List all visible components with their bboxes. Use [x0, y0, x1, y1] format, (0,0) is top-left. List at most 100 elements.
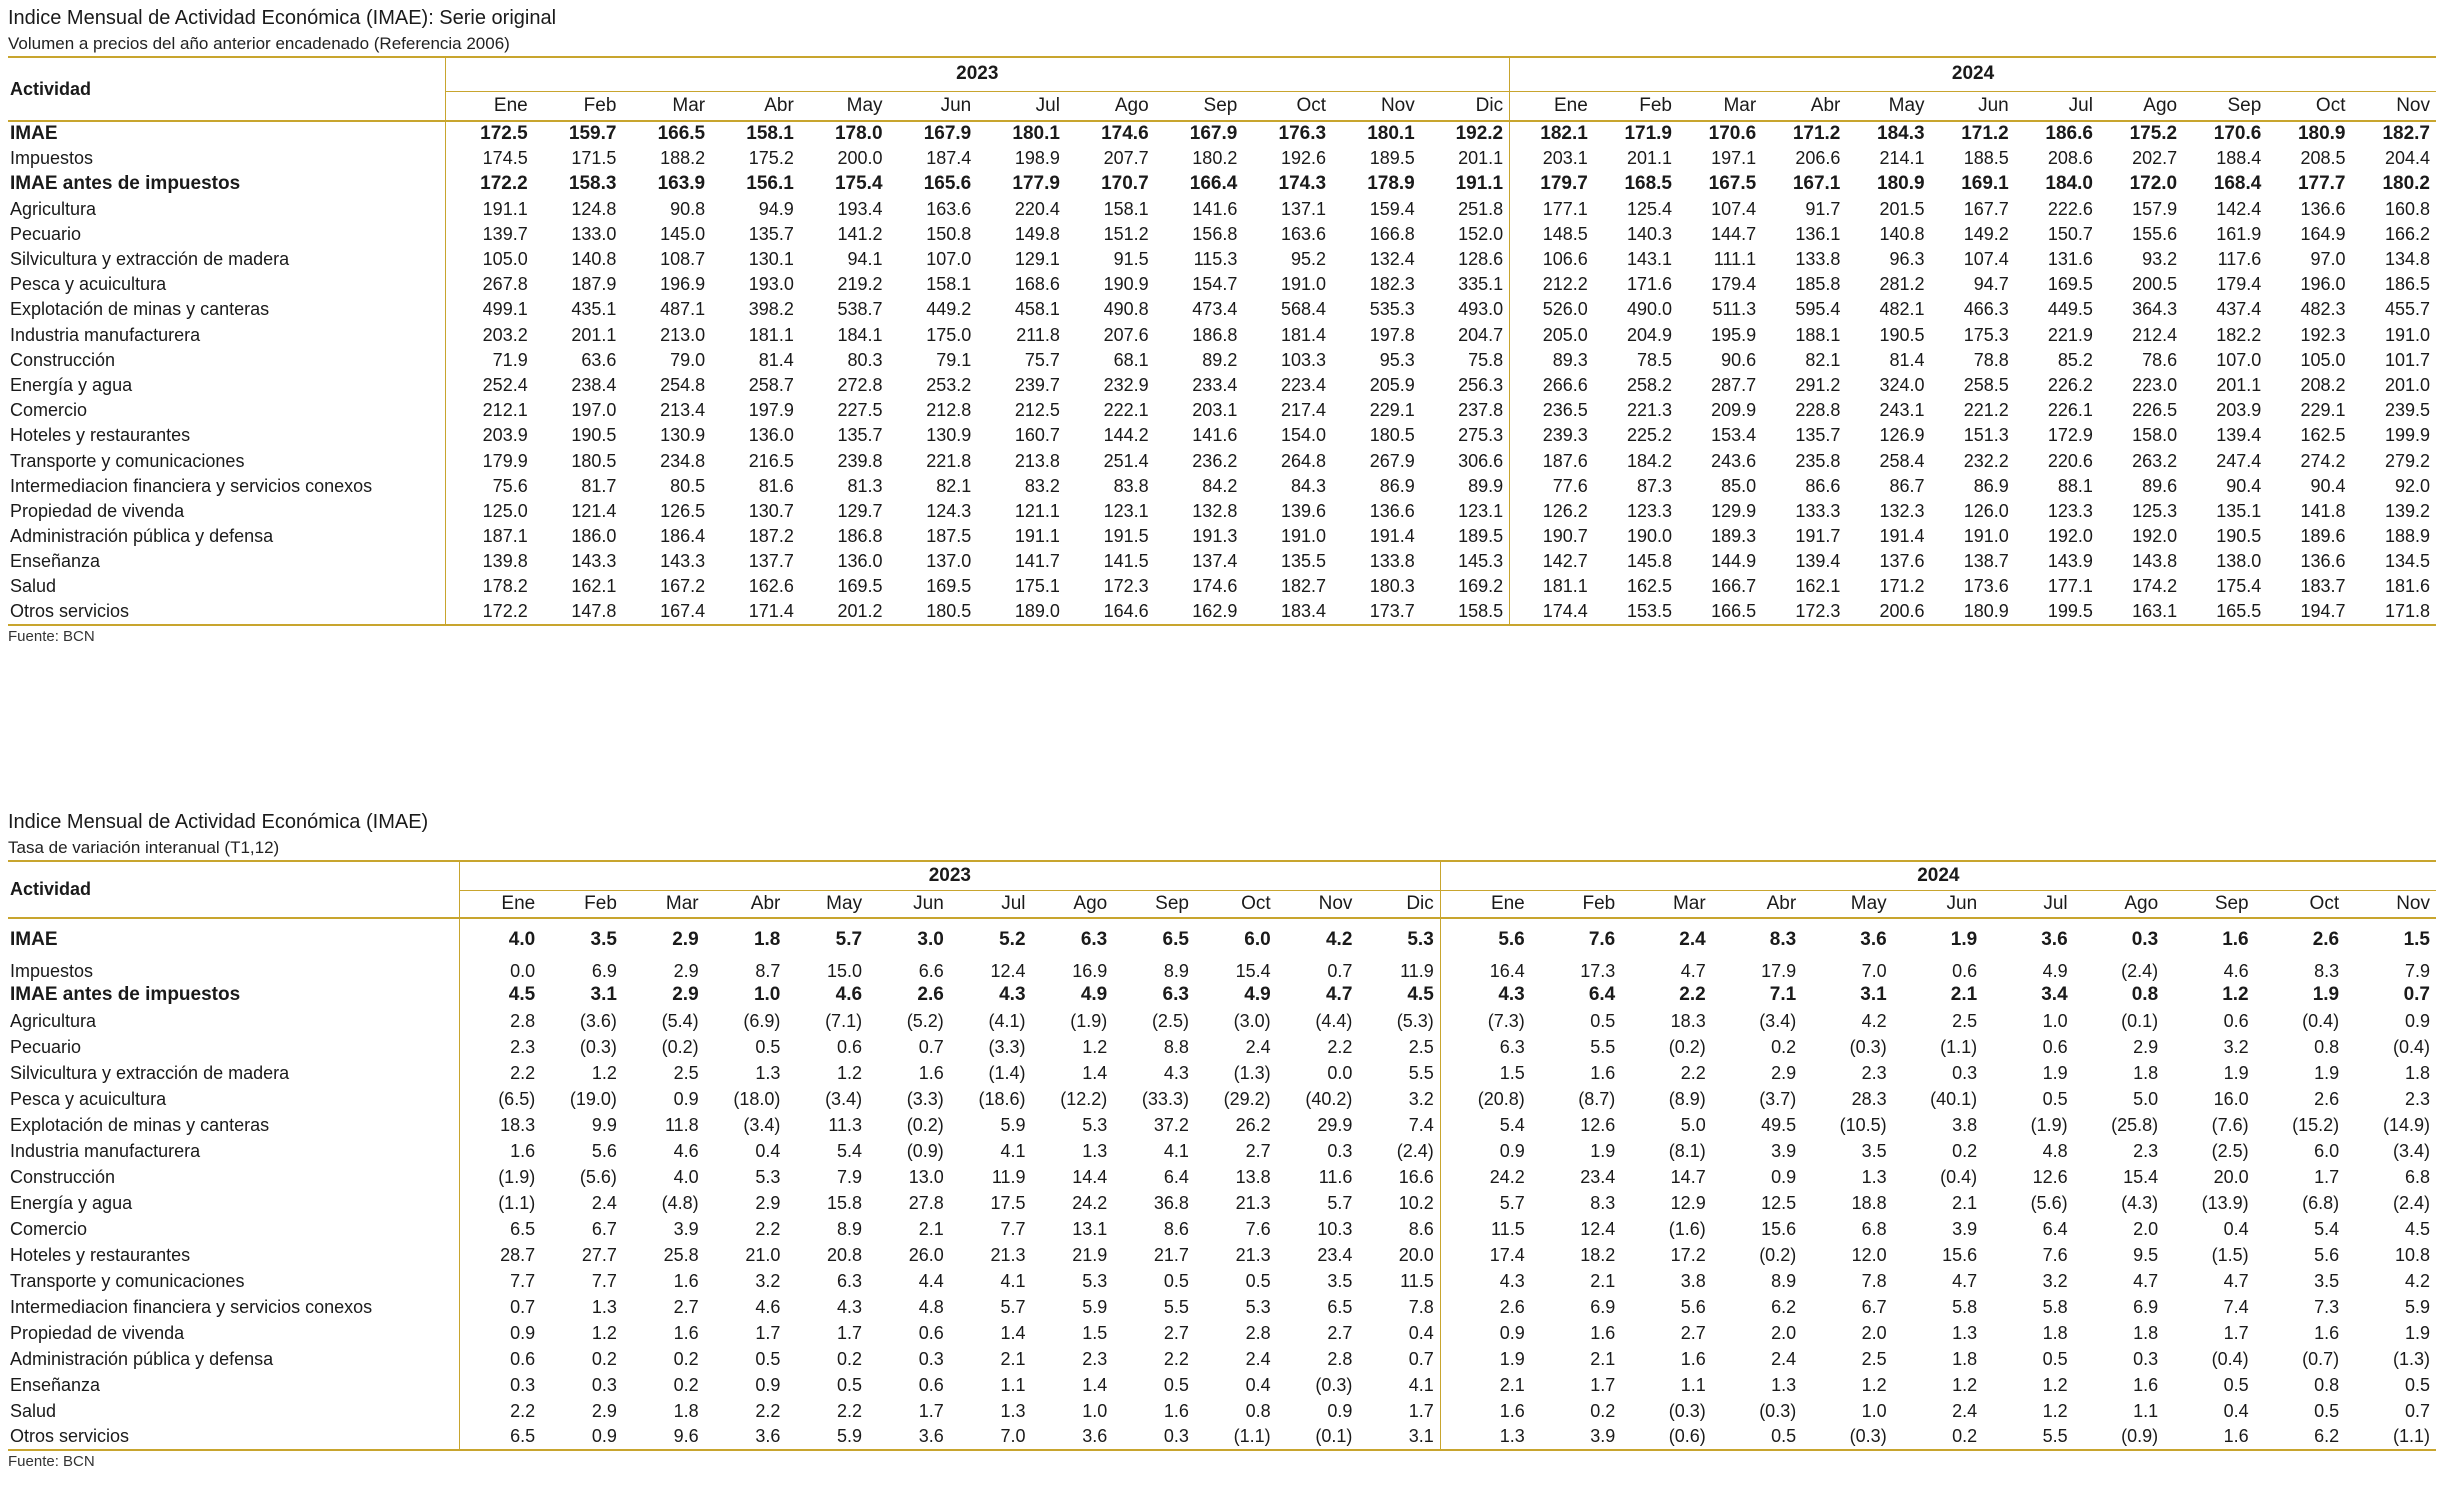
value-cell: 2.9	[2133, 1036, 2159, 1057]
value-cell: 3.5	[590, 929, 617, 950]
value-cell: 136.6	[1369, 500, 1415, 521]
month-header: Ago	[2098, 91, 2184, 122]
value-cell: 83.2	[1024, 475, 1060, 496]
value-cell: 568.4	[1281, 299, 1327, 320]
value-cell: 7.4	[1408, 1114, 1434, 1135]
table-row: Construcción (1.9) (5.6) 4.0 5.3 7.9 13.0 11.9 1…	[8, 1164, 2436, 1190]
value-cell: 182.2	[2216, 324, 2262, 345]
value-cell: 20.0	[2213, 1166, 2249, 1187]
table-row: Otros servicios 172.2 147.8 167.4 171.4 201.2…	[8, 599, 2436, 625]
value-cell: 151.3	[1963, 425, 2009, 446]
value-cell: 20.0	[1398, 1244, 1434, 1265]
value-cell: 16.4	[1439, 951, 1531, 982]
month-header: Ene	[444, 91, 534, 122]
value-cell: 3.1	[1408, 1426, 1434, 1446]
value-cell: 1.6	[673, 1270, 699, 1291]
value-cell: 134.5	[2384, 551, 2430, 572]
value-cell: 3.4	[2041, 984, 2068, 1005]
value-cell: 175.2	[748, 148, 794, 169]
value-cell: (20.8)	[1439, 1086, 1531, 1112]
value-cell: 6.5	[1162, 929, 1189, 950]
value-cell: (0.6)	[1668, 1426, 1706, 1446]
value-cell: 79.0	[670, 349, 706, 370]
value-cell: 133.3	[1795, 500, 1841, 521]
value-cell: 234.8	[660, 450, 706, 471]
value-cell: 2.7	[1327, 1322, 1353, 1343]
value-cell: 0.8	[1245, 1400, 1271, 1421]
value-cell: 287.7	[1711, 374, 1757, 395]
value-cell: 1.6	[1590, 1062, 1616, 1083]
value-cell: 164.9	[2300, 223, 2346, 244]
year-header-2024: 2024	[1509, 57, 2436, 92]
value-cell: 158.1	[1103, 198, 1149, 219]
table2-title: Indice Mensual de Actividad Económica (I…	[8, 811, 429, 833]
value-cell: 49.5	[1761, 1114, 1797, 1135]
value-cell: 166.2	[2384, 223, 2430, 244]
value-cell: 194.7	[2300, 601, 2346, 622]
value-cell: 93.2	[2142, 249, 2178, 270]
value-cell: 186.6	[2045, 123, 2093, 145]
value-cell: 275.3	[1458, 425, 1504, 446]
value-cell: 63.6	[581, 349, 617, 370]
value-cell: 0.3	[2131, 929, 2159, 950]
value-cell: 191.4	[1369, 526, 1415, 547]
value-cell: 181.1	[748, 324, 794, 345]
value-cell: 17.2	[1670, 1244, 1706, 1265]
value-cell: 225.2	[1626, 425, 1672, 446]
value-cell: 1.1	[1000, 1374, 1026, 1395]
value-cell: 201.1	[2216, 374, 2262, 395]
value-cell: 1.9	[2314, 1062, 2340, 1083]
value-cell: 190.7	[1509, 524, 1594, 550]
value-cell: 0.9	[2404, 1010, 2430, 1031]
value-cell: 205.9	[1369, 374, 1415, 395]
row-label: Propiedad de vivenda	[10, 1322, 185, 1343]
value-cell: 134.8	[2384, 249, 2430, 270]
value-cell: 175.4	[834, 172, 883, 194]
value-cell: 8.9	[1771, 1270, 1797, 1291]
value-cell: 2.6	[2314, 1088, 2340, 1109]
value-cell: 4.9	[1080, 984, 1108, 1005]
value-cell: 5.8	[2042, 1296, 2068, 1317]
value-cell: (0.4)	[2302, 1010, 2340, 1031]
value-cell: 3.9	[1590, 1426, 1616, 1446]
value-cell: 2.2	[1679, 984, 1706, 1005]
value-cell: 179.7	[1509, 171, 1594, 197]
value-cell: 195.9	[1711, 324, 1757, 345]
value-cell: (0.1)	[2121, 1010, 2159, 1031]
value-cell: 126.0	[1963, 500, 2009, 521]
value-cell: 227.5	[837, 400, 883, 421]
value-cell: 8.9	[837, 1218, 863, 1239]
value-cell: 89.2	[1202, 349, 1238, 370]
value-cell: 12.6	[1580, 1114, 1616, 1135]
value-cell: (0.3)	[579, 1036, 617, 1057]
value-cell: 1.6	[1590, 1322, 1616, 1343]
value-cell: 1.7	[1408, 1400, 1434, 1421]
value-cell: 2.3	[1082, 1348, 1108, 1369]
value-cell: 1.2	[591, 1062, 617, 1083]
value-cell: 174.2	[2132, 576, 2178, 597]
value-cell: 180.1	[1012, 123, 1060, 145]
value-cell: 4.3	[1163, 1062, 1189, 1083]
value-cell: 90.4	[2310, 475, 2346, 496]
value-cell: 124.3	[926, 500, 972, 521]
value-cell: 6.0	[2314, 1140, 2340, 1161]
month-header: Nov	[2351, 91, 2436, 122]
row-label: Industria manufacturera	[10, 324, 201, 345]
value-cell: 1.6	[918, 1062, 944, 1083]
value-cell: (0.2)	[661, 1036, 699, 1057]
table-row: Salud 178.2 162.1 167.2 162.6 169.5 169.5 175.1…	[8, 574, 2436, 600]
value-cell: (5.6)	[579, 1166, 617, 1187]
value-cell: 130.9	[926, 425, 972, 446]
value-cell: 9.9	[591, 1114, 617, 1135]
value-cell: 2.1	[1952, 1192, 1978, 1213]
month-header: Feb	[541, 890, 623, 919]
value-cell: 3.0	[917, 929, 944, 950]
table-row: Hoteles y restaurantes 28.7 27.7 25.8 21.0 20…	[8, 1242, 2436, 1268]
value-cell: 5.7	[1439, 1190, 1531, 1216]
value-cell: (0.9)	[906, 1140, 944, 1161]
value-cell: 209.9	[1711, 400, 1757, 421]
value-cell: 139.8	[444, 549, 534, 575]
value-cell: 1.4	[1082, 1374, 1108, 1395]
value-cell: 7.1	[1769, 984, 1797, 1005]
value-cell: 4.9	[1244, 984, 1271, 1005]
